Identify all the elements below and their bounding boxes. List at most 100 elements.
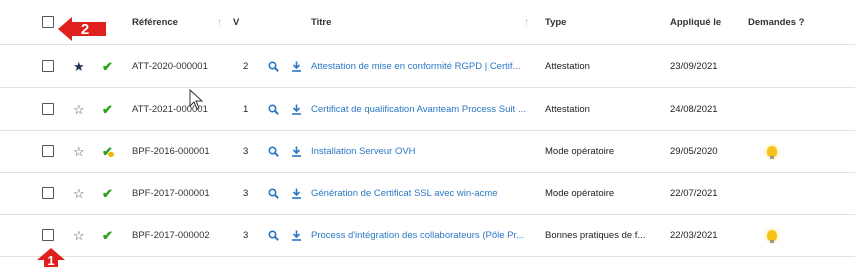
row-checkbox[interactable] — [42, 229, 54, 241]
star-outline-icon[interactable]: ☆ — [73, 103, 85, 116]
annotation-badge-1: 1 — [37, 248, 65, 268]
checkmark-icon: ✔ — [102, 58, 113, 74]
document-title-link[interactable]: Attestation de mise en conformité RGPD |… — [311, 45, 533, 87]
checkmark-icon: ✔ — [102, 227, 113, 243]
applied-date-cell: 24/08/2021 — [670, 103, 718, 115]
requests-cell — [767, 130, 777, 172]
table-row[interactable]: ★ ✔ ATT-2020-000001 2 Attestation de mis… — [0, 45, 855, 88]
status-cell: ✔ — [102, 214, 113, 256]
status-cell: ✔ — [102, 130, 114, 172]
document-title-link[interactable]: Certificat de qualification Avanteam Pro… — [311, 88, 533, 130]
search-icon[interactable] — [268, 103, 279, 115]
version-cell: 3 — [243, 187, 249, 199]
search-icon[interactable] — [268, 60, 279, 72]
row-checkbox[interactable] — [42, 187, 54, 199]
search-icon[interactable] — [268, 229, 279, 241]
type-cell: Bonnes pratiques de f... — [545, 229, 646, 241]
document-title-link[interactable]: Process d'intégration des collaborateurs… — [311, 214, 533, 256]
search-icon[interactable] — [268, 145, 279, 157]
favorite-cell: ☆ — [73, 214, 85, 256]
status-cell: ✔ — [102, 88, 113, 130]
version-cell: 1 — [243, 103, 249, 115]
row-checkbox[interactable] — [42, 60, 54, 72]
version-cell: 3 — [243, 145, 249, 157]
check-pending-icon: ✔ — [102, 143, 114, 159]
column-header-requests[interactable]: Demandes ? — [748, 0, 805, 44]
applied-date-cell: 23/09/2021 — [670, 60, 718, 72]
lightbulb-icon[interactable] — [767, 145, 777, 159]
favorite-cell: ★ — [73, 45, 85, 87]
column-header-version-label: V — [233, 16, 240, 28]
download-icon[interactable] — [291, 188, 302, 199]
reference-cell: ATT-2020-000001 — [132, 60, 208, 72]
checkmark-icon: ✔ — [102, 185, 113, 201]
reference-cell: BPF-2017-000001 — [132, 187, 210, 199]
favorite-cell: ☆ — [73, 130, 85, 172]
document-title-link[interactable]: Génération de Certificat SSL avec win-ac… — [311, 172, 533, 214]
annotation-label: 2 — [80, 20, 90, 38]
preview-cell — [268, 214, 279, 256]
annotation-badge-2: 2 — [58, 17, 106, 41]
download-cell — [291, 88, 302, 130]
download-cell — [291, 45, 302, 87]
table-row[interactable]: ☆ ✔ BPF-2017-000002 3 Process d'intégrat… — [0, 214, 855, 257]
preview-cell — [268, 45, 279, 87]
row-select-cell — [42, 130, 54, 172]
column-header-title[interactable]: Titre ↑ — [311, 0, 529, 44]
select-all-cell — [42, 0, 54, 44]
star-outline-icon[interactable]: ☆ — [73, 229, 85, 242]
table-row[interactable]: ☆ ✔ ATT-2021-000001 1 Certificat de qual… — [0, 88, 855, 131]
sort-arrow-icon[interactable]: ↑ — [524, 17, 529, 28]
applied-date-cell: 29/05/2020 — [670, 145, 718, 157]
column-header-reference[interactable]: Référence ↑ — [132, 0, 222, 44]
star-outline-icon[interactable]: ☆ — [73, 187, 85, 200]
lightbulb-icon[interactable] — [767, 229, 777, 243]
download-icon[interactable] — [291, 146, 302, 157]
table-row[interactable]: ☆ ✔ BPF-2016-000001 3 Installation Serve… — [0, 130, 855, 173]
download-icon[interactable] — [291, 104, 302, 115]
version-cell: 3 — [243, 229, 249, 241]
download-icon[interactable] — [291, 61, 302, 72]
download-icon[interactable] — [291, 230, 302, 241]
column-header-applied[interactable]: Appliqué le — [670, 0, 721, 44]
column-header-version[interactable]: V — [233, 0, 239, 44]
column-header-applied-label: Appliqué le — [670, 16, 722, 28]
document-title-link[interactable]: Installation Serveur OVH — [311, 130, 533, 172]
column-header-type[interactable]: Type — [545, 0, 566, 44]
select-all-checkbox[interactable] — [42, 16, 54, 28]
checkmark-icon: ✔ — [102, 101, 113, 117]
column-header-title-label: Titre — [311, 16, 332, 28]
preview-cell — [268, 130, 279, 172]
row-checkbox[interactable] — [42, 145, 54, 157]
download-cell — [291, 172, 302, 214]
favorite-cell: ☆ — [73, 172, 85, 214]
star-filled-icon[interactable]: ★ — [73, 60, 85, 73]
reference-cell: BPF-2016-000001 — [132, 145, 210, 157]
mouse-cursor-icon — [189, 89, 204, 110]
table-row[interactable]: ☆ ✔ BPF-2017-000001 3 Génération de Cert… — [0, 172, 855, 215]
status-cell: ✔ — [102, 172, 113, 214]
sort-arrow-icon[interactable]: ↑ — [217, 17, 222, 28]
applied-date-cell: 22/07/2021 — [670, 187, 718, 199]
row-checkbox[interactable] — [42, 103, 54, 115]
download-cell — [291, 214, 302, 256]
preview-cell — [268, 172, 279, 214]
reference-cell: BPF-2017-000002 — [132, 229, 210, 241]
column-header-type-label: Type — [545, 16, 567, 28]
star-outline-icon[interactable]: ☆ — [73, 145, 85, 158]
type-cell: Mode opératoire — [545, 145, 615, 157]
status-cell: ✔ — [102, 45, 113, 87]
type-cell: Attestation — [545, 103, 590, 115]
type-cell: Attestation — [545, 60, 590, 72]
row-select-cell — [42, 88, 54, 130]
version-cell: 2 — [243, 60, 249, 72]
requests-cell — [767, 214, 777, 256]
applied-date-cell: 22/03/2021 — [670, 229, 718, 241]
column-header-reference-label: Référence — [132, 16, 178, 28]
download-cell — [291, 130, 302, 172]
search-icon[interactable] — [268, 187, 279, 199]
annotation-label: 1 — [47, 253, 55, 268]
table-header: Référence ↑ V Titre ↑ Type Appliqué le D… — [0, 0, 855, 45]
row-select-cell — [42, 172, 54, 214]
row-select-cell — [42, 45, 54, 87]
